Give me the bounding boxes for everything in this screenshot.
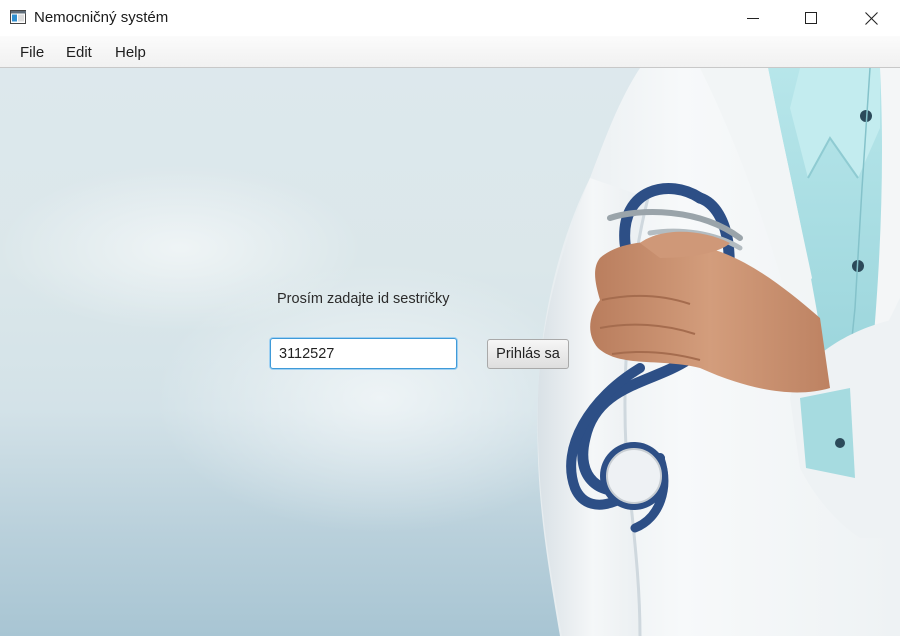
close-icon	[864, 11, 878, 25]
application-window-icon	[10, 10, 26, 24]
application-window: Nemocničný systém File Edit Help Prosím …	[0, 0, 900, 636]
menu-help[interactable]: Help	[115, 44, 146, 61]
login-panel: Prosím zadajte id sestričky Prihlás sa	[0, 68, 900, 636]
nurse-id-input[interactable]	[270, 338, 457, 369]
minimize-button[interactable]	[724, 0, 782, 36]
login-button[interactable]: Prihlás sa	[487, 339, 569, 369]
maximize-icon	[805, 12, 817, 24]
nurse-id-prompt: Prosím zadajte id sestričky	[277, 291, 450, 307]
menu-file[interactable]: File	[20, 44, 44, 61]
window-title: Nemocničný systém	[34, 9, 169, 26]
maximize-button[interactable]	[782, 0, 840, 36]
minimize-icon	[747, 18, 759, 19]
menu-edit[interactable]: Edit	[66, 44, 92, 61]
menu-bar: File Edit Help	[0, 36, 900, 68]
close-button[interactable]	[842, 0, 900, 36]
title-bar[interactable]: Nemocničný systém	[0, 0, 900, 36]
